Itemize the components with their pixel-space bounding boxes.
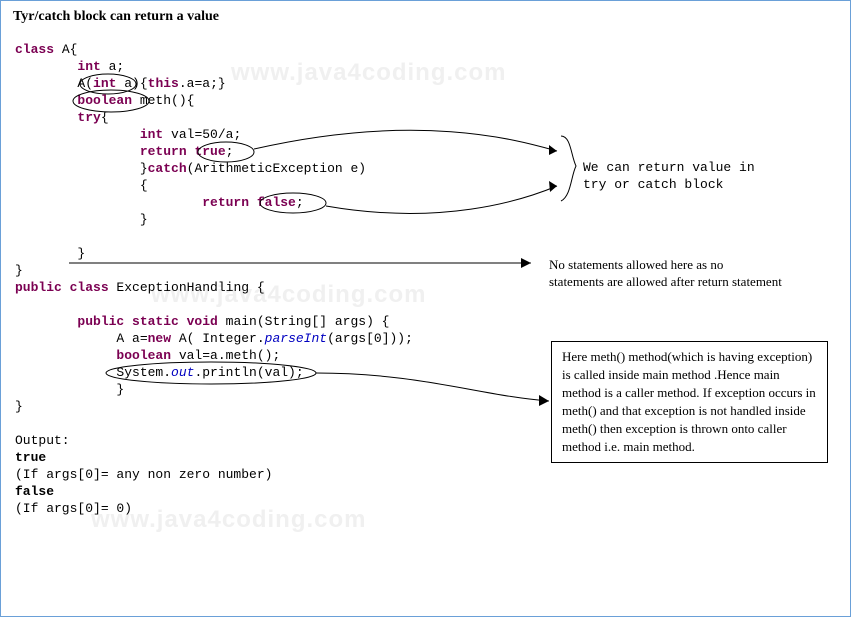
document-frame: www.java4coding.com www.java4coding.com …: [0, 0, 851, 617]
txt: val=a.meth();: [171, 348, 280, 363]
output-true: true: [15, 450, 46, 465]
txt: }: [15, 212, 148, 227]
txt: meth(){: [140, 93, 195, 108]
txt: .a=a;}: [179, 76, 226, 91]
txt: a){: [124, 76, 147, 91]
txt: {: [101, 110, 109, 125]
txt: (If args[0]= any non zero number): [15, 467, 272, 482]
kw: int: [15, 127, 163, 142]
txt: a;: [101, 59, 124, 74]
txt: System.: [15, 365, 171, 380]
txt: A{: [54, 42, 77, 57]
kw: false: [249, 195, 296, 210]
txt: }: [15, 263, 23, 278]
txt: A(: [15, 76, 93, 91]
kw: return: [15, 195, 249, 210]
brace-icon: [561, 136, 576, 201]
txt: ;: [296, 195, 304, 210]
kw: true: [194, 144, 225, 159]
kw: class: [15, 42, 54, 57]
kw: int: [93, 76, 124, 91]
txt: }: [15, 382, 124, 397]
annotation-return-value: We can return value in try or catch bloc…: [583, 159, 755, 193]
kw: return: [15, 144, 194, 159]
txt: Output:: [15, 433, 70, 448]
arrowhead-icon: [549, 145, 557, 155]
kw: public static void: [15, 314, 218, 329]
txt: ExceptionHandling {: [109, 280, 265, 295]
txt: A a=: [15, 331, 148, 346]
txt: (ArithmeticException e): [187, 161, 366, 176]
kw: try: [15, 110, 101, 125]
annotation-no-statements: No statements allowed here as no stateme…: [549, 256, 782, 290]
ital: out: [171, 365, 194, 380]
arrowhead-icon: [539, 395, 549, 406]
kw: new: [148, 331, 179, 346]
arrowhead-icon: [521, 258, 531, 268]
txt: main(String[] args) {: [218, 314, 390, 329]
annotation-caller-method: Here meth() method(which is having excep…: [551, 341, 828, 463]
txt: (If args[0]= 0): [15, 501, 132, 516]
kw: public class: [15, 280, 109, 295]
txt: }: [15, 161, 148, 176]
ital: parseInt: [265, 331, 327, 346]
txt: {: [15, 178, 148, 193]
page-title: Tyr/catch block can return a value: [13, 9, 219, 25]
txt: ;: [226, 144, 234, 159]
output-false: false: [15, 484, 54, 499]
txt: val=50/a;: [163, 127, 241, 142]
txt: }: [15, 246, 85, 261]
kw: boolean: [15, 93, 140, 108]
kw: int: [15, 59, 101, 74]
txt: A( Integer.: [179, 331, 265, 346]
txt: (args[0]));: [327, 331, 413, 346]
kw: catch: [148, 161, 187, 176]
code-block: class A{ int a; A(int a){this.a=a;} bool…: [15, 41, 413, 517]
txt: }: [15, 399, 23, 414]
kw: boolean: [15, 348, 171, 363]
kw: this: [148, 76, 179, 91]
arrowhead-icon: [549, 181, 557, 192]
txt: .println(val);: [194, 365, 303, 380]
